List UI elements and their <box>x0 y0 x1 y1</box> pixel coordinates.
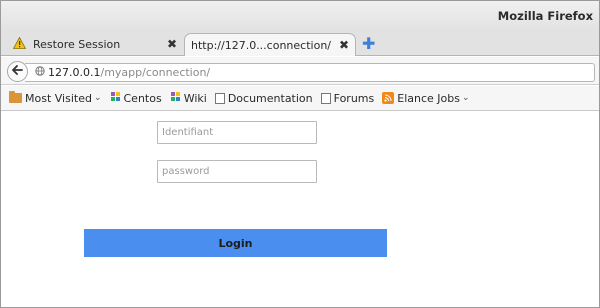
globe-icon <box>35 66 45 79</box>
navigation-bar: 127.0.0.1/myapp/connection/ <box>1 57 599 85</box>
bookmark-wiki[interactable]: Wiki <box>170 91 207 105</box>
url-host: 127.0.0.1 <box>48 66 101 79</box>
browser-window: Mozilla Firefox Restore Session ✖ http:/… <box>0 0 600 308</box>
bookmark-elance-jobs[interactable]: Elance Jobs ⌄ <box>382 91 470 105</box>
tab-label: Restore Session <box>33 38 121 51</box>
bookmark-label: Elance Jobs <box>397 91 460 105</box>
plus-icon[interactable]: ✚ <box>362 34 375 53</box>
warning-icon <box>12 36 27 52</box>
chevron-down-icon: ⌄ <box>461 93 470 103</box>
identifiant-input[interactable] <box>157 121 317 144</box>
url-bar[interactable]: 127.0.0.1/myapp/connection/ <box>25 63 595 82</box>
bookmark-label: Documentation <box>227 91 313 105</box>
wiki-icon <box>170 91 181 105</box>
login-button[interactable]: Login <box>84 229 387 257</box>
bookmark-label: Centos <box>123 91 162 105</box>
back-button[interactable] <box>7 61 28 82</box>
chevron-down-icon: ⌄ <box>93 93 102 103</box>
arrow-left-icon <box>12 64 23 79</box>
close-icon[interactable]: ✖ <box>167 37 177 51</box>
bookmark-documentation[interactable]: Documentation <box>214 91 313 105</box>
bookmark-centos[interactable]: Centos <box>110 91 162 105</box>
bookmark-label: Forums <box>333 91 375 105</box>
tab-strip: Restore Session ✖ http://127.0...connect… <box>1 31 599 56</box>
bookmark-most-visited[interactable]: Most Visited ⌄ <box>9 91 102 105</box>
folder-icon <box>9 91 22 103</box>
close-icon[interactable]: ✖ <box>339 38 349 52</box>
tab-restore-session[interactable]: Restore Session ✖ <box>11 33 183 56</box>
title-bar: Mozilla Firefox <box>1 1 599 31</box>
page-icon <box>320 92 331 104</box>
page-content: Login <box>1 112 599 307</box>
bookmarks-toolbar: Most Visited ⌄ Centos Wiki Documentation… <box>1 86 599 111</box>
centos-icon <box>110 91 121 105</box>
window-title: Mozilla Firefox <box>497 9 593 23</box>
bookmark-label: Wiki <box>183 91 207 105</box>
url-path: /myapp/connection/ <box>100 66 211 79</box>
tab-connection[interactable]: http://127.0...connection/ ✖ <box>184 33 356 56</box>
rss-icon <box>382 92 395 104</box>
password-input[interactable] <box>157 160 317 183</box>
page-icon <box>214 92 225 104</box>
bookmark-label: Most Visited <box>25 91 92 105</box>
tab-label: http://127.0...connection/ <box>191 38 331 52</box>
bookmark-forums[interactable]: Forums <box>320 91 375 105</box>
